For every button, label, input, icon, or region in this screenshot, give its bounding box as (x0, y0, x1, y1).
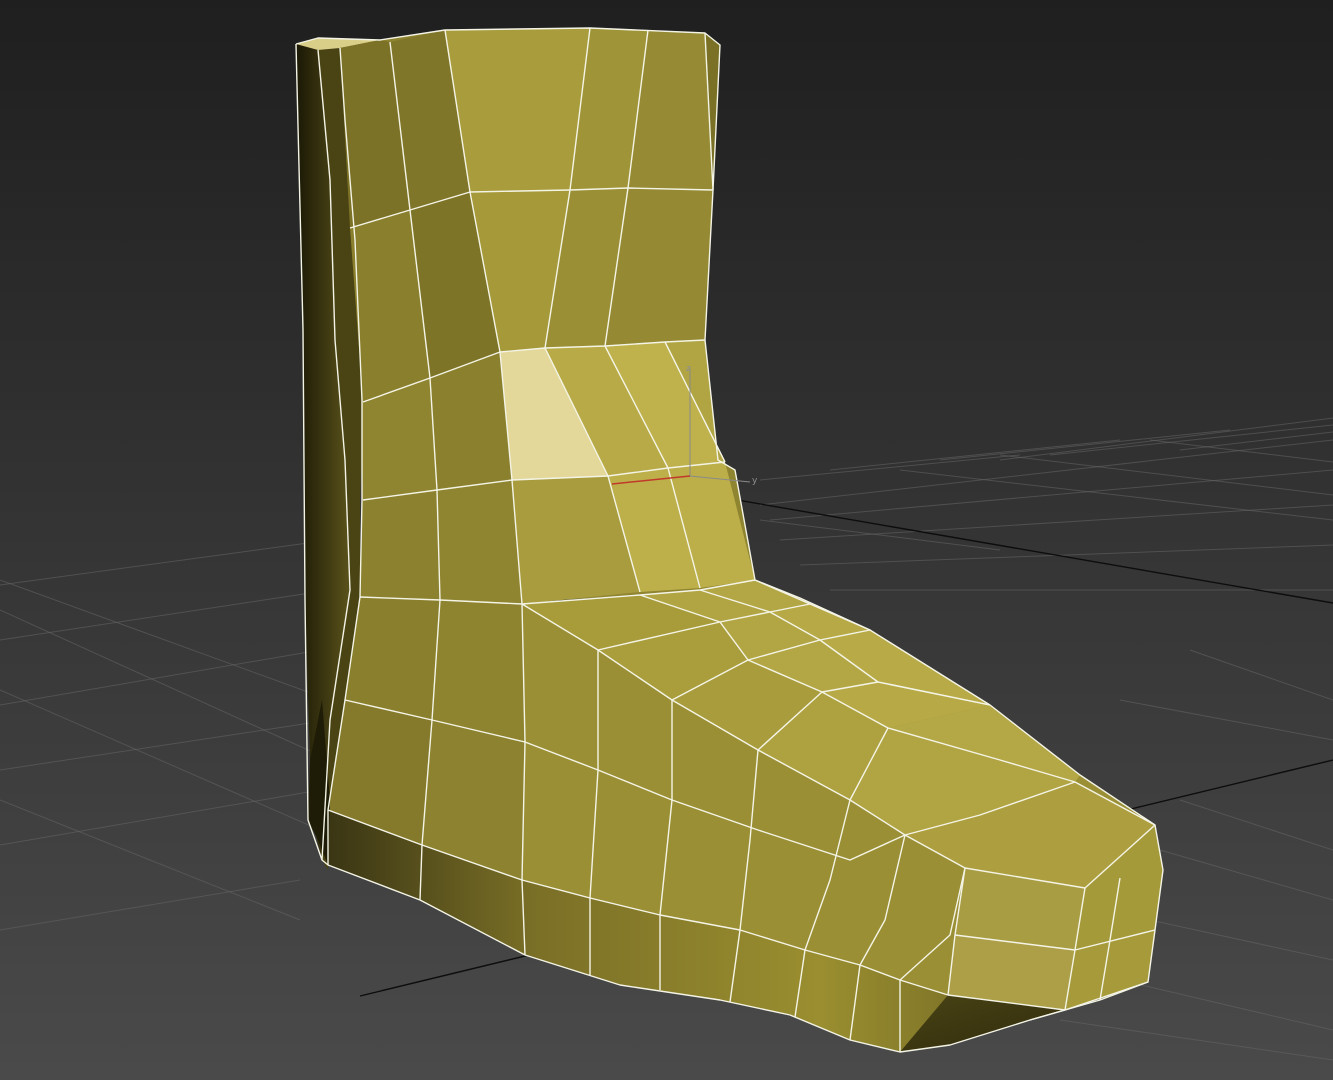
scene-canvas[interactable]: z y (0, 0, 1333, 1080)
gizmo-z-label: z (686, 364, 691, 374)
heel-lower-face-2[interactable] (432, 600, 525, 742)
gizmo-y-label: y (752, 476, 758, 486)
heel-lower-face-1[interactable] (345, 597, 440, 720)
viewport-3d[interactable]: z y (0, 0, 1333, 1080)
heel-upper-face-2[interactable] (437, 480, 522, 604)
heel-upper-face-1[interactable] (360, 490, 440, 600)
